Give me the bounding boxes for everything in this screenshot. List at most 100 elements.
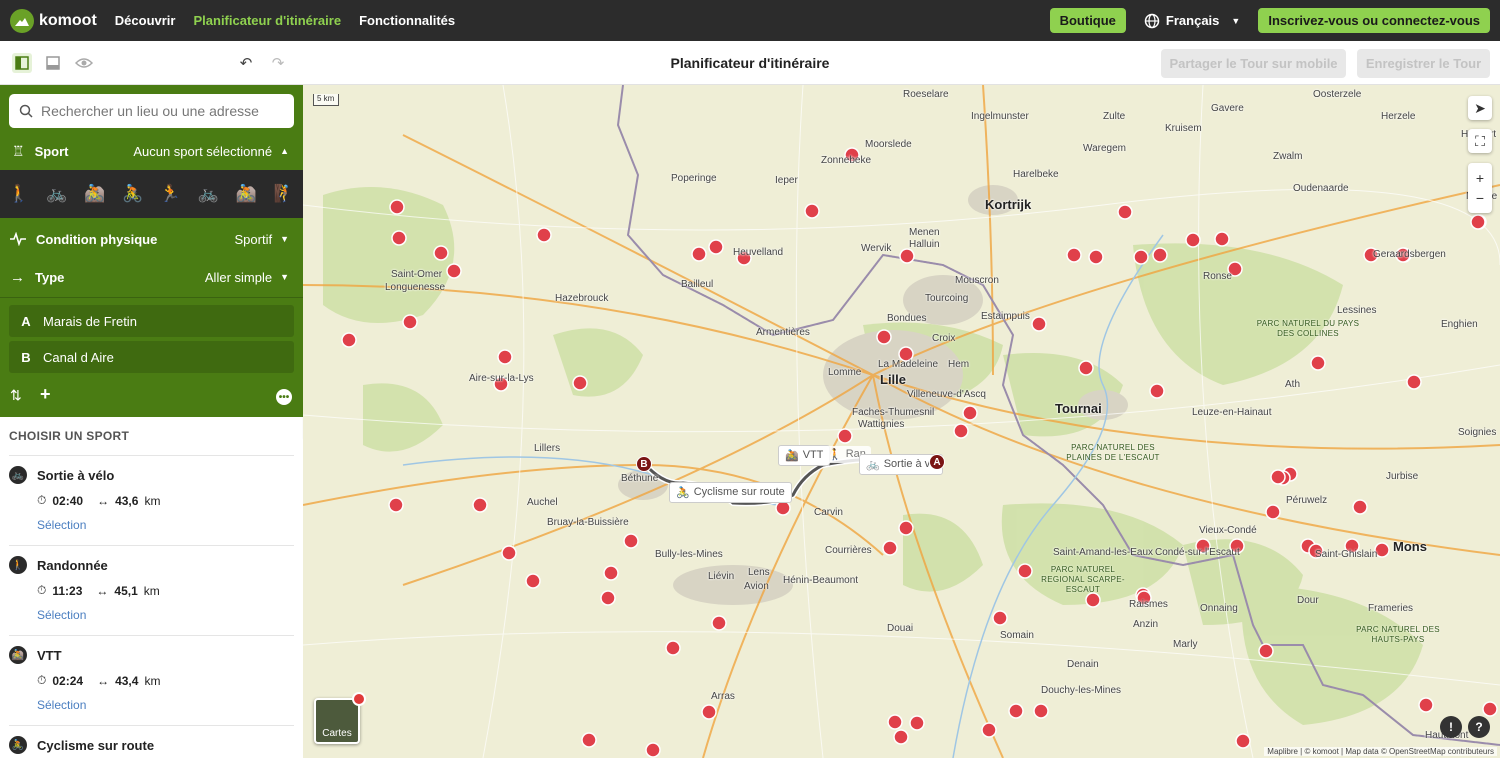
poi-marker[interactable] <box>525 573 541 589</box>
help-icon[interactable]: ? <box>1468 716 1490 738</box>
poi-marker[interactable] <box>962 405 978 421</box>
poi-marker[interactable] <box>1066 247 1082 263</box>
bike-icon[interactable]: 🚲 <box>46 184 67 204</box>
poi-marker[interactable] <box>1078 360 1094 376</box>
select-link[interactable]: Sélection <box>37 698 294 712</box>
language-selector[interactable]: Français ▼ <box>1144 13 1240 29</box>
poi-marker[interactable] <box>1482 701 1498 717</box>
poi-marker[interactable] <box>909 715 925 731</box>
poi-marker[interactable] <box>887 714 903 730</box>
poi-marker[interactable] <box>433 245 449 261</box>
emtb-icon[interactable]: 🚵 <box>236 184 257 204</box>
mtb-icon[interactable]: 🚵 <box>84 184 105 204</box>
poi-marker[interactable] <box>1214 231 1230 247</box>
poi-marker[interactable] <box>1258 643 1274 659</box>
road-bike-icon[interactable]: 🚴 <box>122 184 143 204</box>
poi-marker[interactable] <box>981 722 997 738</box>
option-hiking[interactable]: 🚶 Randonnée ⏱ 11:23 ↔ 45,1 km Sélection <box>9 545 294 622</box>
option-road-cycling[interactable]: 🚴 Cyclisme sur route <box>9 725 294 754</box>
poi-marker[interactable] <box>572 375 588 391</box>
add-waypoint-icon[interactable]: + <box>40 384 51 405</box>
poi-marker[interactable] <box>701 704 717 720</box>
hiking-icon[interactable]: 🚶 <box>8 184 29 204</box>
poi-marker[interactable] <box>1149 383 1165 399</box>
poi-marker[interactable] <box>775 500 791 516</box>
waypoint-a[interactable]: A Marais de Fretin <box>9 305 294 337</box>
share-mobile-button[interactable]: Partager le Tour sur mobile <box>1161 49 1346 78</box>
poi-marker[interactable] <box>1133 249 1149 265</box>
route-label-road[interactable]: 🚴 Cyclisme sur route <box>669 482 792 503</box>
poi-marker[interactable] <box>1085 592 1101 608</box>
poi-marker[interactable] <box>388 497 404 513</box>
signup-button[interactable]: Inscrivez-vous ou connectez-vous <box>1258 8 1490 33</box>
report-icon[interactable]: ! <box>1440 716 1462 738</box>
poi-marker[interactable] <box>1265 504 1281 520</box>
poi-marker[interactable] <box>953 423 969 439</box>
poi-marker[interactable] <box>837 428 853 444</box>
poi-marker[interactable] <box>581 732 597 748</box>
poi-marker[interactable] <box>1310 355 1326 371</box>
poi-marker[interactable] <box>497 349 513 365</box>
poi-marker[interactable] <box>665 640 681 656</box>
poi-marker[interactable] <box>1470 214 1486 230</box>
poi-marker[interactable] <box>391 230 407 246</box>
komoot-logo[interactable]: komoot <box>10 8 97 33</box>
start-marker[interactable]: A <box>929 454 945 470</box>
poi-marker[interactable] <box>341 332 357 348</box>
poi-marker[interactable] <box>623 533 639 549</box>
poi-marker[interactable] <box>992 610 1008 626</box>
poi-marker[interactable] <box>472 497 488 513</box>
waypoint-b[interactable]: B Canal d Aire <box>9 341 294 373</box>
map-layers-button[interactable]: Cartes <box>314 692 366 744</box>
shop-button[interactable]: Boutique <box>1049 8 1126 33</box>
poi-marker[interactable] <box>804 203 820 219</box>
fitness-row[interactable]: Condition physique Sportif ▼ <box>0 229 303 249</box>
poi-marker[interactable] <box>446 263 462 279</box>
poi-marker[interactable] <box>389 199 405 215</box>
climbing-icon[interactable]: 🧗 <box>273 184 294 204</box>
select-link[interactable]: Sélection <box>37 608 294 622</box>
poi-marker[interactable] <box>711 615 727 631</box>
poi-marker[interactable] <box>1418 697 1434 713</box>
zoom-in-icon[interactable]: + <box>1476 170 1484 186</box>
fullscreen-icon[interactable]: ⛶ <box>1468 129 1492 153</box>
running-icon[interactable]: 🏃 <box>160 184 181 204</box>
option-bike-tour[interactable]: 🚲 Sortie à vélo ⏱ 02:40 ↔ 43,6 km Sélection <box>9 455 294 532</box>
poi-marker[interactable] <box>536 227 552 243</box>
zoom-out-icon[interactable]: − <box>1476 190 1484 206</box>
select-link[interactable]: Sélection <box>37 518 294 532</box>
save-tour-button[interactable]: Enregistrer le Tour <box>1357 49 1490 78</box>
type-row[interactable]: → Type Aller simple ▼ <box>0 267 303 287</box>
poi-marker[interactable] <box>708 239 724 255</box>
poi-marker[interactable] <box>893 729 909 745</box>
poi-marker[interactable] <box>1033 703 1049 719</box>
poi-marker[interactable] <box>691 246 707 262</box>
sport-row[interactable]: ♖ Sport Aucun sport sélectionné ▲ <box>0 141 303 161</box>
locate-icon[interactable]: ➤ <box>1468 96 1492 120</box>
map-canvas[interactable]: Lille Kortrijk Tournai Mons Roeselare Ingelmu… <box>303 85 1500 758</box>
poi-marker[interactable] <box>899 248 915 264</box>
poi-marker[interactable] <box>1352 499 1368 515</box>
poi-marker[interactable] <box>882 540 898 556</box>
more-options-icon[interactable]: ••• <box>276 389 292 405</box>
option-mtb[interactable]: 🚵 VTT ⏱ 02:24 ↔ 43,4 km Sélection <box>9 635 294 712</box>
poi-marker[interactable] <box>501 545 517 561</box>
poi-marker[interactable] <box>600 590 616 606</box>
poi-marker[interactable] <box>603 565 619 581</box>
poi-marker[interactable] <box>1117 204 1133 220</box>
swap-icon[interactable]: ⇅ <box>10 387 22 404</box>
nav-discover[interactable]: Découvrir <box>115 13 176 28</box>
poi-marker[interactable] <box>898 520 914 536</box>
poi-marker[interactable] <box>1185 232 1201 248</box>
nav-features[interactable]: Fonctionnalités <box>359 13 455 28</box>
poi-marker[interactable] <box>1270 469 1286 485</box>
poi-marker[interactable] <box>1008 703 1024 719</box>
poi-marker[interactable] <box>402 314 418 330</box>
poi-marker[interactable] <box>876 329 892 345</box>
poi-marker[interactable] <box>645 742 661 758</box>
poi-marker[interactable] <box>1235 733 1251 749</box>
end-marker[interactable]: B <box>636 456 652 472</box>
search-input[interactable]: Rechercher un lieu ou une adresse <box>9 94 294 128</box>
poi-marker[interactable] <box>1088 249 1104 265</box>
nav-route-planner[interactable]: Planificateur d'itinéraire <box>193 13 341 28</box>
